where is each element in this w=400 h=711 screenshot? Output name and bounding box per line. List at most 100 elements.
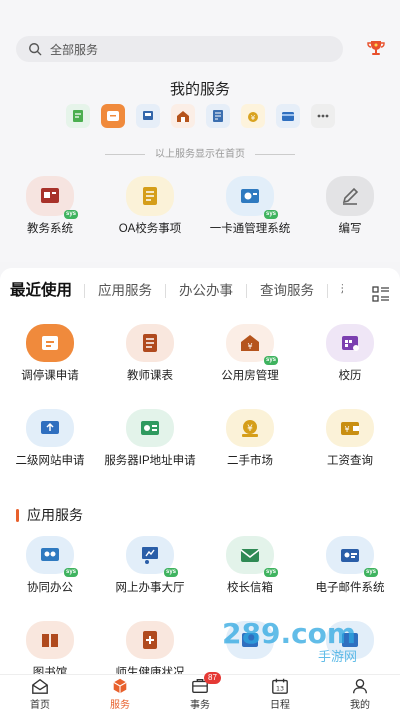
recent-item-class-adjust[interactable]: 调停课申请 [0, 324, 100, 409]
service-icon [113, 678, 127, 694]
svg-text:¥: ¥ [247, 424, 253, 434]
sys-badge: sys [63, 568, 78, 577]
sys-badge: sys [263, 356, 278, 365]
website-apply-icon [26, 409, 74, 447]
affairs-badge: 87 [204, 672, 221, 684]
favorite-item-academic-system[interactable]: sys 教务系统 [0, 176, 100, 236]
my-services-title: 我的服务 [169, 81, 230, 98]
campus-card-icon: sys [226, 176, 278, 219]
app-item-online-hall[interactable]: sys 网上办事大厅 [100, 536, 200, 621]
money-icon[interactable]: ¥ [241, 104, 265, 128]
nav-profile[interactable]: 我的 [320, 675, 400, 711]
watermark-sub: 手游网 [318, 650, 357, 665]
recent-item-second-hand[interactable]: ¥ 二手市场 [200, 409, 300, 494]
app-label: 图书馆 [32, 667, 68, 674]
services-panel: 最近使用 应用服务 办公办事 查询服务 移 调停课申请 教师课表 ¥ sys 公用… [0, 268, 400, 674]
app-label: 协同办公 [27, 582, 73, 594]
online-hall-icon: sys [126, 536, 178, 577]
favorite-item-edit[interactable]: 编写 [300, 176, 400, 236]
recent-item-salary-query[interactable]: ¥ 工资查询 [300, 409, 400, 494]
house-icon[interactable] [171, 104, 195, 128]
sys-badge: sys [163, 568, 178, 577]
bottom-nav: 首页 服务 87 事务 13 日程 我的 [0, 672, 400, 711]
nav-home[interactable]: 首页 [0, 675, 80, 711]
favorite-item-campus-card[interactable]: sys 一卡通管理系统 [200, 176, 300, 236]
calendar-icon[interactable] [101, 104, 125, 128]
book-icon[interactable] [206, 104, 230, 128]
recent-label: 二级网站申请 [15, 455, 85, 467]
nav-label: 服务 [110, 700, 130, 711]
search-placeholder: 全部服务 [50, 42, 99, 57]
recent-label: 服务器IP地址申请 [104, 455, 196, 467]
sys-badge: sys [263, 568, 278, 577]
health-icon [126, 621, 174, 659]
nav-label: 首页 [30, 700, 50, 711]
recent-item-school-calendar[interactable]: 校历 [300, 324, 400, 409]
tab-query[interactable]: 查询服务 [246, 284, 327, 298]
app-label: 网上办事大厅 [115, 582, 185, 594]
nav-label: 事务 [190, 700, 210, 711]
tab-more[interactable]: 移 [327, 284, 343, 298]
app-label: 师生健康状况 [115, 667, 185, 674]
president-mailbox-icon: sys [226, 536, 278, 577]
task-icon[interactable] [66, 104, 90, 128]
email-system-icon: sys [326, 536, 378, 577]
watermark-brand: 289.com [222, 617, 356, 650]
recent-item-public-housing[interactable]: ¥ sys 公用房管理 [200, 324, 300, 409]
app-item-health[interactable]: 师生健康状况 [100, 621, 200, 674]
tab-recent[interactable]: 最近使用 [10, 283, 84, 299]
header-area: 全部服务 我的服务 ¥ 以上服务显示在首页 sys 教务系统 OA校务事项 sy… [0, 0, 400, 262]
trophy-icon[interactable] [366, 38, 386, 58]
category-menu-icon[interactable] [372, 286, 390, 302]
svg-text:¥: ¥ [247, 342, 252, 351]
app-item-email-system[interactable]: sys 电子邮件系统 [300, 536, 400, 621]
favorite-label: 教务系统 [27, 223, 73, 235]
search-bar[interactable]: 全部服务 [16, 36, 343, 62]
recent-label: 二手市场 [227, 455, 273, 467]
more-icon[interactable] [311, 104, 335, 128]
watermark-logo: 289.com 手游网 [222, 617, 357, 665]
home-icon [32, 678, 48, 694]
tab-office[interactable]: 办公办事 [165, 284, 246, 298]
recent-label: 工资查询 [327, 455, 373, 467]
profile-icon [353, 679, 367, 694]
favorite-item-oa[interactable]: OA校务事项 [100, 176, 200, 236]
sys-badge: sys [63, 210, 78, 219]
nav-label: 我的 [350, 700, 370, 711]
tab-app-services[interactable]: 应用服务 [84, 284, 165, 298]
salary-query-icon: ¥ [326, 409, 374, 447]
app-item-president-mailbox[interactable]: sys 校长信箱 [200, 536, 300, 621]
section-title: 应用服务 [16, 505, 83, 525]
nav-schedule[interactable]: 13 日程 [240, 675, 320, 711]
nav-affairs[interactable]: 87 事务 [160, 672, 240, 711]
recent-item-server-ip[interactable]: 服务器IP地址申请 [100, 409, 200, 494]
svg-text:¥: ¥ [344, 425, 349, 434]
favorite-services: sys 教务系统 OA校务事项 sys 一卡通管理系统 编写 [0, 176, 400, 236]
app-item-library[interactable]: 图书馆 [0, 621, 100, 674]
sys-badge: sys [363, 568, 378, 577]
system-icon[interactable] [136, 104, 160, 128]
svg-text:¥: ¥ [251, 114, 256, 122]
teacher-schedule-icon [126, 324, 174, 362]
recent-label: 公用房管理 [221, 370, 279, 382]
nav-label: 日程 [270, 700, 290, 711]
public-housing-icon: ¥ sys [226, 324, 278, 365]
recent-grid: 调停课申请 教师课表 ¥ sys 公用房管理 校历 二级网站申请 服务器IP地址申… [0, 324, 400, 494]
category-tabs: 最近使用 应用服务 办公办事 查询服务 移 [10, 283, 343, 299]
academic-system-icon: sys [26, 176, 78, 219]
app-label: 校长信箱 [227, 582, 273, 594]
recent-label: 教师课表 [127, 370, 173, 382]
second-hand-icon: ¥ [226, 409, 274, 447]
nav-service[interactable]: 服务 [80, 675, 160, 711]
collab-office-icon: sys [26, 536, 78, 577]
school-calendar-icon [326, 324, 374, 362]
recent-item-website-apply[interactable]: 二级网站申请 [0, 409, 100, 494]
class-adjust-icon [26, 324, 74, 362]
library-icon [26, 621, 74, 659]
card-icon[interactable] [276, 104, 300, 128]
app-item-collab-office[interactable]: sys 协同办公 [0, 536, 100, 621]
favorite-label: 一卡通管理系统 [209, 223, 291, 235]
recent-item-teacher-schedule[interactable]: 教师课表 [100, 324, 200, 409]
favorite-label: OA校务事项 [118, 223, 182, 235]
search-icon [29, 43, 42, 56]
